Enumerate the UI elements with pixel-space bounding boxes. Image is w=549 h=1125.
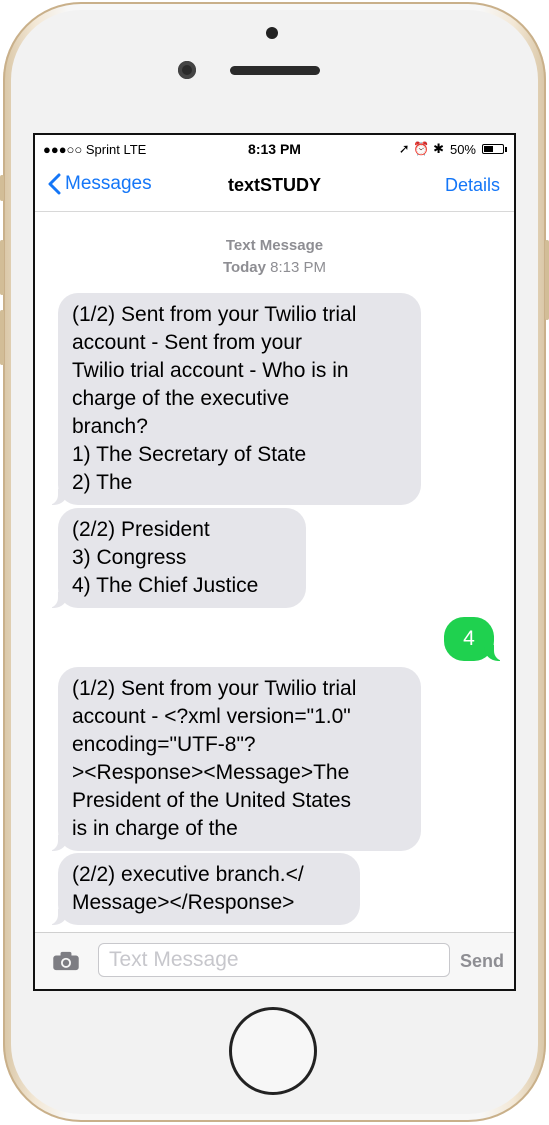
message-bubble-incoming[interactable]: (1/2) Sent from your Twilio trial accoun… — [48, 293, 421, 505]
power-button — [545, 240, 549, 320]
volume-up-button — [0, 240, 4, 295]
status-indicators: ➚ ⏰ ✱ 50% — [398, 141, 507, 157]
compose-bar: Text Message Send — [35, 932, 514, 989]
earpiece-speaker — [230, 66, 320, 75]
battery-percent: 50% — [449, 141, 476, 157]
front-camera — [266, 27, 278, 39]
conversation-title: textSTUDY — [227, 175, 321, 195]
message-time: 8:13 PM — [270, 259, 327, 276]
camera-lens — [178, 61, 196, 79]
message-bubble-incoming[interactable]: (2/2) President 3) Congress 4) The Chief… — [48, 508, 306, 608]
message-type: Text Message — [225, 237, 324, 254]
message-bubble-outgoing[interactable]: 4 — [444, 617, 504, 661]
volume-down-button — [0, 310, 4, 365]
status-icons: ➚ ⏰ ✱ — [398, 141, 444, 156]
message-input[interactable]: Text Message — [98, 943, 450, 977]
mute-switch — [0, 175, 4, 201]
phone-screen: ●●●○○ Sprint LTE 8:13 PM ➚ ⏰ ✱ 50% Messa… — [33, 133, 516, 991]
details-button[interactable]: Details — [445, 175, 500, 196]
send-button[interactable]: Send — [460, 951, 504, 972]
message-bubble-incoming[interactable]: (2/2) executive branch.</ Message></Resp… — [48, 853, 360, 925]
navigation-bar: Messages textSTUDY Details — [35, 163, 514, 212]
camera-icon[interactable] — [51, 951, 81, 971]
message-timestamp: Text Message Today 8:13 PM — [35, 235, 514, 279]
home-button[interactable] — [229, 1007, 317, 1095]
status-bar: ●●●○○ Sprint LTE 8:13 PM ➚ ⏰ ✱ 50% — [35, 135, 514, 163]
battery-icon — [482, 144, 507, 154]
message-day: Today — [222, 259, 266, 276]
message-bubble-incoming[interactable]: (1/2) Sent from your Twilio trial accoun… — [48, 667, 421, 851]
